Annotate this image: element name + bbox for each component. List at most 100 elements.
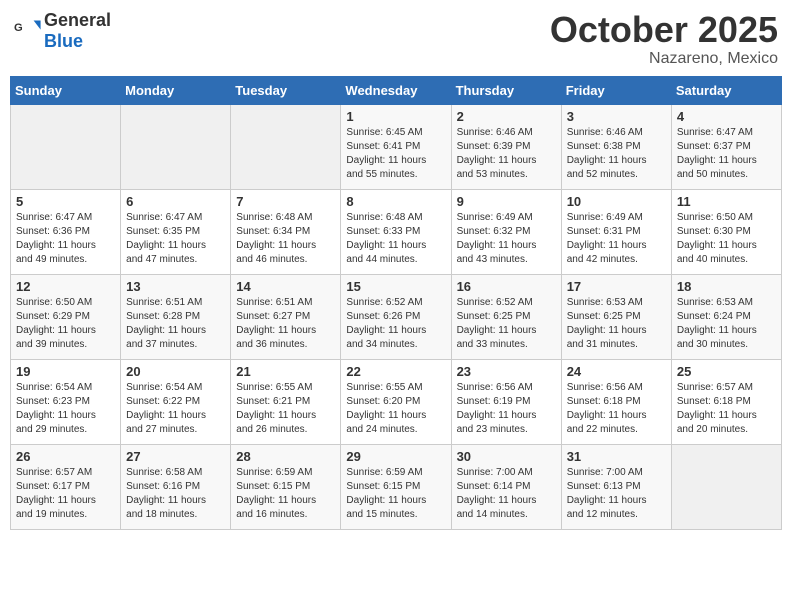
weekday-header: Friday bbox=[561, 76, 671, 104]
cell-info: Sunrise: 6:48 AM Sunset: 6:34 PM Dayligh… bbox=[236, 211, 335, 267]
calendar-week-row: 5Sunrise: 6:47 AM Sunset: 6:36 PM Daylig… bbox=[11, 189, 782, 274]
cell-info: Sunrise: 7:00 AM Sunset: 6:14 PM Dayligh… bbox=[457, 466, 556, 522]
title-block: October 2025 Nazareno, Mexico bbox=[550, 10, 778, 68]
calendar-cell: 6Sunrise: 6:47 AM Sunset: 6:35 PM Daylig… bbox=[121, 189, 231, 274]
cell-info: Sunrise: 6:57 AM Sunset: 6:18 PM Dayligh… bbox=[677, 381, 776, 437]
month-title: October 2025 bbox=[550, 10, 778, 50]
cell-info: Sunrise: 6:50 AM Sunset: 6:30 PM Dayligh… bbox=[677, 211, 776, 267]
cell-info: Sunrise: 6:47 AM Sunset: 6:35 PM Dayligh… bbox=[126, 211, 225, 267]
cell-info: Sunrise: 6:47 AM Sunset: 6:37 PM Dayligh… bbox=[677, 126, 776, 182]
day-number: 19 bbox=[16, 364, 115, 379]
day-number: 14 bbox=[236, 279, 335, 294]
cell-info: Sunrise: 6:54 AM Sunset: 6:22 PM Dayligh… bbox=[126, 381, 225, 437]
day-number: 3 bbox=[567, 109, 666, 124]
location: Nazareno, Mexico bbox=[550, 50, 778, 68]
weekday-header: Sunday bbox=[11, 76, 121, 104]
calendar-cell: 24Sunrise: 6:56 AM Sunset: 6:18 PM Dayli… bbox=[561, 359, 671, 444]
calendar-cell: 5Sunrise: 6:47 AM Sunset: 6:36 PM Daylig… bbox=[11, 189, 121, 274]
day-number: 21 bbox=[236, 364, 335, 379]
calendar-cell bbox=[121, 104, 231, 189]
day-number: 16 bbox=[457, 279, 556, 294]
calendar-cell: 14 Sunrise: 6:51 AM Sunset: 6:27 PM Dayli… bbox=[231, 274, 341, 359]
cell-info: Sunrise: 6:55 AM Sunset: 6:20 PM Dayligh… bbox=[346, 381, 445, 437]
calendar-cell: 10 Sunrise: 6:49 AM Sunset: 6:31 PM Dayli… bbox=[561, 189, 671, 274]
cell-info: Sunrise: 6:45 AM Sunset: 6:41 PM Dayligh… bbox=[346, 126, 445, 182]
weekday-header: Thursday bbox=[451, 76, 561, 104]
cell-info: Sunrise: 6:53 AM Sunset: 6:25 PM Dayligh… bbox=[567, 296, 666, 352]
calendar-cell: 18Sunrise: 6:53 AM Sunset: 6:24 PM Dayli… bbox=[671, 274, 781, 359]
logo-icon: G bbox=[14, 17, 42, 45]
weekday-header-row: SundayMondayTuesdayWednesdayThursdayFrid… bbox=[11, 76, 782, 104]
svg-text:G: G bbox=[14, 22, 23, 34]
page-header: G General Blue October 2025 Nazareno, Me… bbox=[10, 10, 782, 68]
day-number: 7 bbox=[236, 194, 335, 209]
calendar-cell: 15 Sunrise: 6:52 AM Sunset: 6:26 PM Dayli… bbox=[341, 274, 451, 359]
calendar-cell: 30Sunrise: 7:00 AM Sunset: 6:14 PM Dayli… bbox=[451, 444, 561, 529]
calendar-cell: 27Sunrise: 6:58 AM Sunset: 6:16 PM Dayli… bbox=[121, 444, 231, 529]
day-number: 23 bbox=[457, 364, 556, 379]
cell-info: Sunrise: 6:59 AM Sunset: 6:15 PM Dayligh… bbox=[346, 466, 445, 522]
cell-info: Sunrise: 6:56 AM Sunset: 6:18 PM Dayligh… bbox=[567, 381, 666, 437]
day-number: 2 bbox=[457, 109, 556, 124]
day-number: 26 bbox=[16, 449, 115, 464]
calendar-table: SundayMondayTuesdayWednesdayThursdayFrid… bbox=[10, 76, 782, 530]
cell-info: Sunrise: 7:00 AM Sunset: 6:13 PM Dayligh… bbox=[567, 466, 666, 522]
calendar-cell: 8 Sunrise: 6:48 AM Sunset: 6:33 PM Daylig… bbox=[341, 189, 451, 274]
cell-info: Sunrise: 6:46 AM Sunset: 6:38 PM Dayligh… bbox=[567, 126, 666, 182]
calendar-cell bbox=[231, 104, 341, 189]
calendar-cell: 28 Sunrise: 6:59 AM Sunset: 6:15 PM Dayli… bbox=[231, 444, 341, 529]
weekday-header: Wednesday bbox=[341, 76, 451, 104]
calendar-cell: 11Sunrise: 6:50 AM Sunset: 6:30 PM Dayli… bbox=[671, 189, 781, 274]
day-number: 8 bbox=[346, 194, 445, 209]
day-number: 1 bbox=[346, 109, 445, 124]
cell-info: Sunrise: 6:51 AM Sunset: 6:28 PM Dayligh… bbox=[126, 296, 225, 352]
cell-info: Sunrise: 6:56 AM Sunset: 6:19 PM Dayligh… bbox=[457, 381, 556, 437]
cell-info: Sunrise: 6:48 AM Sunset: 6:33 PM Dayligh… bbox=[346, 211, 445, 267]
cell-info: Sunrise: 6:52 AM Sunset: 6:26 PM Dayligh… bbox=[346, 296, 445, 352]
calendar-cell bbox=[11, 104, 121, 189]
calendar-week-row: 26 Sunrise: 6:57 AM Sunset: 6:17 PM Dayli… bbox=[11, 444, 782, 529]
cell-info: Sunrise: 6:50 AM Sunset: 6:29 PM Dayligh… bbox=[16, 296, 115, 352]
calendar-cell: 2 Sunrise: 6:46 AM Sunset: 6:39 PM Daylig… bbox=[451, 104, 561, 189]
calendar-cell: 7 Sunrise: 6:48 AM Sunset: 6:34 PM Daylig… bbox=[231, 189, 341, 274]
calendar-week-row: 12 Sunrise: 6:50 AM Sunset: 6:29 PM Dayli… bbox=[11, 274, 782, 359]
cell-info: Sunrise: 6:53 AM Sunset: 6:24 PM Dayligh… bbox=[677, 296, 776, 352]
calendar-cell: 13 Sunrise: 6:51 AM Sunset: 6:28 PM Dayli… bbox=[121, 274, 231, 359]
day-number: 27 bbox=[126, 449, 225, 464]
cell-info: Sunrise: 6:51 AM Sunset: 6:27 PM Dayligh… bbox=[236, 296, 335, 352]
cell-info: Sunrise: 6:52 AM Sunset: 6:25 PM Dayligh… bbox=[457, 296, 556, 352]
calendar-cell: 19 Sunrise: 6:54 AM Sunset: 6:23 PM Dayli… bbox=[11, 359, 121, 444]
cell-info: Sunrise: 6:57 AM Sunset: 6:17 PM Dayligh… bbox=[16, 466, 115, 522]
day-number: 29 bbox=[346, 449, 445, 464]
calendar-cell: 1 Sunrise: 6:45 AM Sunset: 6:41 PM Daylig… bbox=[341, 104, 451, 189]
cell-info: Sunrise: 6:59 AM Sunset: 6:15 PM Dayligh… bbox=[236, 466, 335, 522]
cell-info: Sunrise: 6:46 AM Sunset: 6:39 PM Dayligh… bbox=[457, 126, 556, 182]
cell-info: Sunrise: 6:54 AM Sunset: 6:23 PM Dayligh… bbox=[16, 381, 115, 437]
logo-general-text: General bbox=[44, 10, 111, 30]
calendar-cell: 22 Sunrise: 6:55 AM Sunset: 6:20 PM Dayli… bbox=[341, 359, 451, 444]
day-number: 31 bbox=[567, 449, 666, 464]
calendar-cell: 21Sunrise: 6:55 AM Sunset: 6:21 PM Dayli… bbox=[231, 359, 341, 444]
calendar-cell: 25 Sunrise: 6:57 AM Sunset: 6:18 PM Dayli… bbox=[671, 359, 781, 444]
day-number: 22 bbox=[346, 364, 445, 379]
calendar-cell: 17Sunrise: 6:53 AM Sunset: 6:25 PM Dayli… bbox=[561, 274, 671, 359]
day-number: 12 bbox=[16, 279, 115, 294]
calendar-cell: 20 Sunrise: 6:54 AM Sunset: 6:22 PM Dayli… bbox=[121, 359, 231, 444]
day-number: 15 bbox=[346, 279, 445, 294]
calendar-week-row: 1 Sunrise: 6:45 AM Sunset: 6:41 PM Daylig… bbox=[11, 104, 782, 189]
cell-info: Sunrise: 6:49 AM Sunset: 6:31 PM Dayligh… bbox=[567, 211, 666, 267]
calendar-cell: 23 Sunrise: 6:56 AM Sunset: 6:19 PM Dayli… bbox=[451, 359, 561, 444]
day-number: 20 bbox=[126, 364, 225, 379]
logo-blue-text: Blue bbox=[44, 31, 83, 51]
calendar-cell: 16 Sunrise: 6:52 AM Sunset: 6:25 PM Dayli… bbox=[451, 274, 561, 359]
day-number: 25 bbox=[677, 364, 776, 379]
day-number: 28 bbox=[236, 449, 335, 464]
calendar-cell bbox=[671, 444, 781, 529]
day-number: 13 bbox=[126, 279, 225, 294]
calendar-cell: 29 Sunrise: 6:59 AM Sunset: 6:15 PM Dayli… bbox=[341, 444, 451, 529]
weekday-header: Monday bbox=[121, 76, 231, 104]
calendar-cell: 12 Sunrise: 6:50 AM Sunset: 6:29 PM Dayli… bbox=[11, 274, 121, 359]
weekday-header: Tuesday bbox=[231, 76, 341, 104]
day-number: 10 bbox=[567, 194, 666, 209]
day-number: 9 bbox=[457, 194, 556, 209]
